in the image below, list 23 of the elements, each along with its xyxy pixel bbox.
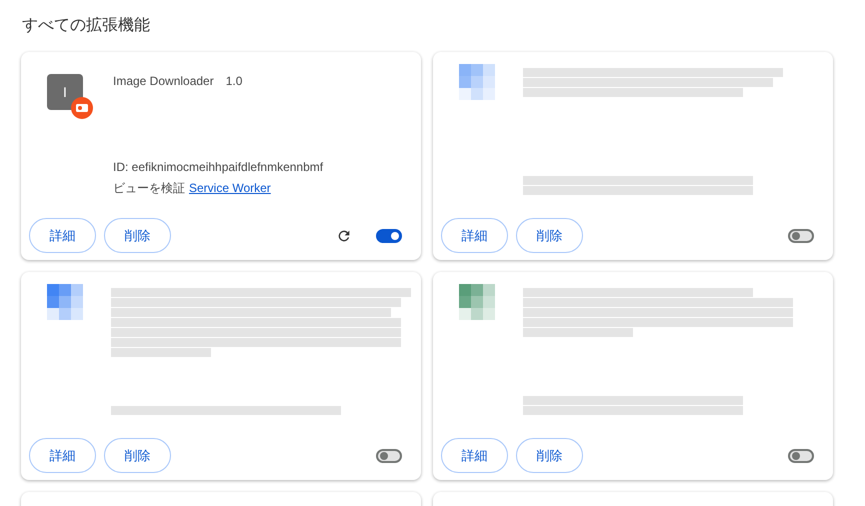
extension-icon [47,284,83,320]
details-button[interactable]: 詳細 [441,218,508,253]
details-button[interactable]: 詳細 [29,438,96,473]
remove-button[interactable]: 削除 [104,218,171,253]
service-worker-link[interactable]: Service Worker [189,179,271,197]
details-button[interactable]: 詳細 [29,218,96,253]
toggle-switch[interactable] [788,228,814,242]
extension-name: Image Downloader [113,73,214,90]
toggle-switch[interactable] [376,228,402,242]
extension-id: ID: eefiknimocmeihhpaifdlefnmkennbmf [113,159,324,176]
camera-badge-icon [71,97,93,119]
remove-button[interactable]: 削除 [104,438,171,473]
toggle-switch[interactable] [788,448,814,462]
details-button[interactable]: 詳細 [441,438,508,473]
extension-version: 1.0 [226,73,242,90]
remove-button[interactable]: 削除 [516,218,583,253]
extension-icon [459,284,495,320]
reload-icon[interactable] [336,228,352,244]
inspect-views-label: ビューを検証 [113,180,185,197]
section-heading: すべての拡張機能 [22,16,151,36]
extension-icon [459,64,495,100]
toggle-switch[interactable] [376,448,402,462]
remove-button[interactable]: 削除 [516,438,583,473]
